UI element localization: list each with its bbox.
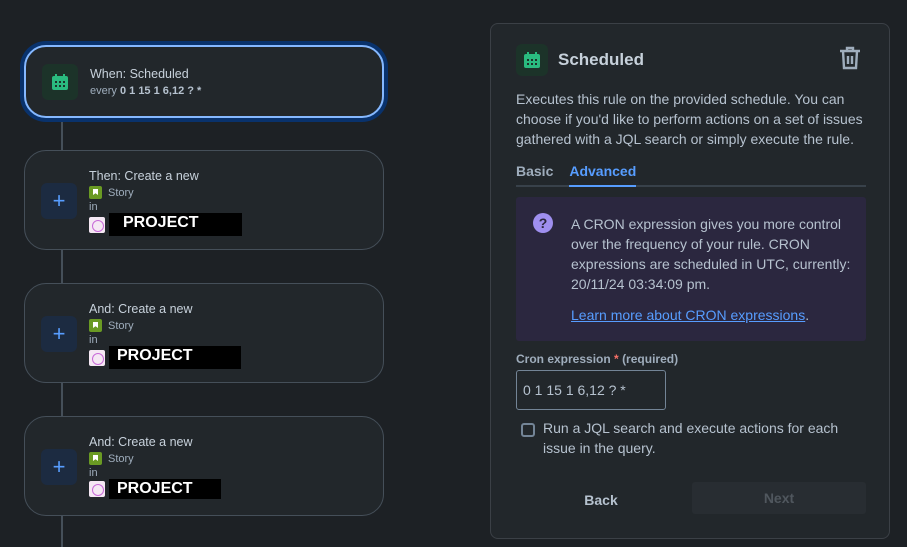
story-icon [89, 186, 102, 199]
panel-description: Executes this rule on the provided sched… [516, 91, 863, 147]
action-title: And: Create a new [89, 302, 193, 316]
action-card[interactable]: + Then: Create a new Story in PROJECT [24, 150, 384, 250]
jql-checkbox[interactable] [521, 423, 535, 437]
info-box: ? A CRON expression gives you more contr… [516, 197, 866, 341]
action-title: Then: Create a new [89, 169, 199, 183]
issue-type: Story [108, 186, 134, 199]
story-icon [89, 319, 102, 332]
required-text: (required) [622, 352, 679, 366]
calendar-icon [42, 64, 78, 100]
project-name: PROJECT [109, 346, 241, 369]
tab-basic[interactable]: Basic [516, 163, 553, 185]
action-card[interactable]: + And: Create a new Story in PROJECT [24, 283, 384, 383]
trash-icon[interactable] [839, 46, 861, 73]
project-avatar-icon [89, 481, 105, 497]
tab-advanced[interactable]: Advanced [569, 163, 637, 187]
trigger-title: When: Scheduled [90, 67, 189, 81]
link-suffix: . [805, 307, 810, 323]
jql-checkbox-label[interactable]: Run a JQL search and execute actions for… [543, 418, 873, 458]
plus-icon: + [41, 449, 77, 485]
in-label: in [89, 334, 98, 346]
back-button[interactable]: Back [551, 484, 651, 516]
trigger-cron: 0 1 15 1 6,12 ? * [119, 85, 202, 97]
trigger-card[interactable]: When: Scheduled every 0 1 15 1 6,12 ? * [24, 45, 384, 118]
info-text: A CRON expression gives you more control… [571, 216, 851, 292]
plus-icon: + [41, 316, 77, 352]
calendar-icon [516, 44, 548, 76]
field-label: Cron expression [516, 352, 611, 366]
cron-expression-input[interactable]: 0 1 15 1 6,12 ? * [516, 370, 666, 410]
project-name: PROJECT [109, 213, 242, 236]
next-button[interactable]: Next [692, 482, 866, 514]
project-avatar-icon [89, 216, 105, 233]
config-panel: Scheduled Executes this rule on the prov… [490, 23, 890, 539]
learn-more-link[interactable]: Learn more about CRON expressions [571, 307, 805, 323]
panel-title: Scheduled [558, 50, 644, 69]
issue-type: Story [108, 319, 134, 332]
action-card[interactable]: + And: Create a new Story in PROJECT [24, 416, 384, 516]
issue-type: Story [108, 452, 134, 465]
project-name: PROJECT [109, 479, 221, 499]
project-avatar-icon [89, 349, 105, 366]
required-asterisk: * [614, 352, 619, 366]
action-title: And: Create a new [89, 435, 193, 449]
in-label: in [89, 467, 98, 479]
plus-icon: + [41, 183, 77, 219]
question-icon: ? [533, 213, 553, 233]
story-icon [89, 452, 102, 465]
in-label: in [89, 201, 98, 213]
every-label: every [90, 85, 117, 97]
